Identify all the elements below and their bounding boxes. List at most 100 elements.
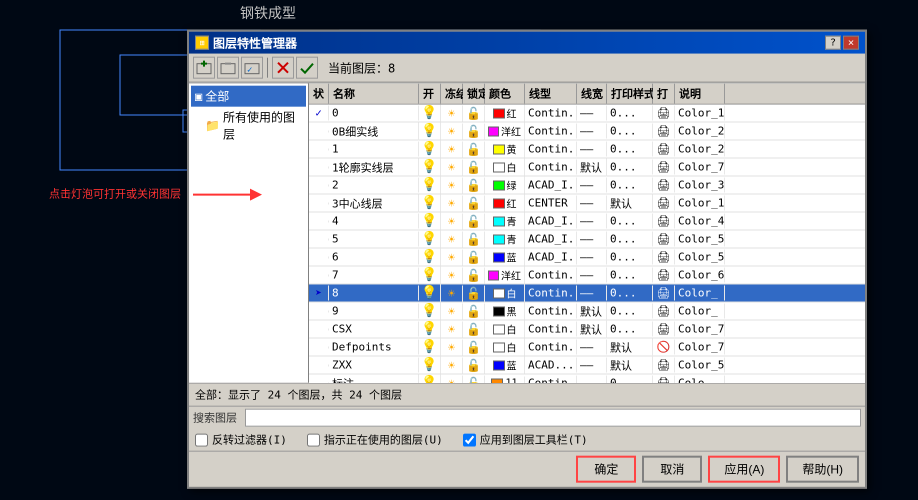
layer-cell-print[interactable]: 🖨	[653, 286, 675, 301]
layer-cell-lock[interactable]: 🔓	[463, 213, 485, 229]
bulb-icon[interactable]: 💡	[421, 358, 437, 373]
color-swatch[interactable]	[493, 234, 505, 244]
layer-cell-print[interactable]: 🖨	[653, 106, 675, 121]
layer-cell-lineweight[interactable]: ——	[577, 358, 607, 373]
layer-cell-lineweight[interactable]: ——	[577, 250, 607, 265]
header-name[interactable]: 名称	[329, 84, 419, 104]
color-swatch[interactable]	[493, 306, 505, 316]
layer-cell-on[interactable]: 💡	[419, 285, 441, 302]
layer-cell-freeze[interactable]: ☀	[441, 267, 463, 283]
layer-cell-lock[interactable]: 🔓	[463, 357, 485, 373]
freeze-icon[interactable]: ☀	[448, 340, 455, 354]
header-print-style[interactable]: 打印样式	[607, 84, 653, 104]
layer-cell-linetype[interactable]: Contin...	[525, 340, 577, 355]
freeze-icon[interactable]: ☀	[448, 178, 455, 192]
layer-cell-on[interactable]: 💡	[419, 159, 441, 176]
indicate-used-checkbox[interactable]	[307, 433, 320, 446]
layer-cell-linetype[interactable]: ACAD_I...	[525, 250, 577, 265]
freeze-icon[interactable]: ☀	[448, 358, 455, 372]
apply-toolbar-checkbox[interactable]	[463, 433, 476, 446]
tree-item-used[interactable]: 📁 所有使用的图层	[191, 107, 306, 145]
layer-cell-linetype[interactable]: Contin...	[525, 106, 577, 121]
lock-icon[interactable]: 🔓	[466, 250, 481, 264]
layer-cell-linetype[interactable]: Contin...	[525, 322, 577, 337]
layer-cell-print-style[interactable]: 0...	[607, 376, 653, 383]
bulb-icon[interactable]: 💡	[421, 178, 437, 193]
lock-icon[interactable]: 🔓	[466, 160, 481, 174]
layer-cell-lineweight[interactable]: ——	[577, 286, 607, 301]
layer-cell-on[interactable]: 💡	[419, 123, 441, 140]
layer-cell-color[interactable]: 白	[485, 285, 525, 302]
color-swatch[interactable]	[493, 108, 505, 118]
layer-row[interactable]: 标注💡☀🔓11Contin...——0...🖨Colo...	[309, 375, 865, 383]
layer-row[interactable]: 9💡☀🔓黑Contin...默认0...🖨Color_	[309, 303, 865, 321]
print-icon[interactable]: 🖨	[657, 161, 671, 174]
color-swatch[interactable]	[493, 360, 505, 370]
layer-cell-lineweight[interactable]: ——	[577, 268, 607, 283]
header-color[interactable]: 颜色	[485, 84, 525, 104]
layer-cell-freeze[interactable]: ☀	[441, 105, 463, 121]
layer-cell-name[interactable]: 8	[329, 286, 419, 301]
help-button[interactable]: 帮助(H)	[786, 456, 859, 483]
layer-cell-lock[interactable]: 🔓	[463, 267, 485, 283]
layer-cell-linetype[interactable]: ACAD_I...	[525, 214, 577, 229]
layer-cell-lineweight[interactable]: 默认	[577, 302, 607, 320]
layer-cell-freeze[interactable]: ☀	[441, 213, 463, 229]
print-icon[interactable]: 🖨	[657, 215, 671, 228]
print-icon[interactable]: 🖨	[657, 305, 671, 318]
freeze-icon[interactable]: ☀	[448, 268, 455, 282]
layer-row[interactable]: ➤8💡☀🔓白Contin...——0...🖨Color_	[309, 285, 865, 303]
layer-row[interactable]: Defpoints💡☀🔓白Contin...——默认🚫Color_7	[309, 339, 865, 357]
freeze-icon[interactable]: ☀	[448, 196, 455, 210]
layer-cell-print-style[interactable]: 0...	[607, 124, 653, 139]
layer-cell-lock[interactable]: 🔓	[463, 177, 485, 193]
layer-cell-freeze[interactable]: ☀	[441, 303, 463, 319]
color-swatch[interactable]	[493, 324, 505, 334]
layer-cell-freeze[interactable]: ☀	[441, 375, 463, 383]
freeze-icon[interactable]: ☀	[448, 142, 455, 156]
layer-row[interactable]: CSX💡☀🔓白Contin...默认0...🖨Color_7	[309, 321, 865, 339]
layer-row[interactable]: 7💡☀🔓洋红Contin...——0...🖨Color_6	[309, 267, 865, 285]
layer-cell-color[interactable]: 红	[485, 105, 525, 122]
layer-cell-freeze[interactable]: ☀	[441, 159, 463, 175]
layer-cell-linetype[interactable]: Contin...	[525, 304, 577, 319]
filter-input[interactable]	[245, 409, 861, 427]
bulb-icon[interactable]: 💡	[421, 232, 437, 247]
print-icon[interactable]: 🖨	[657, 125, 671, 138]
layer-cell-print-style[interactable]: 0...	[607, 142, 653, 157]
print-icon[interactable]: 🚫	[657, 341, 671, 354]
layer-cell-linetype[interactable]: Contin...	[525, 160, 577, 175]
freeze-icon[interactable]: ☀	[448, 376, 455, 383]
header-status[interactable]: 状	[309, 84, 329, 104]
lock-icon[interactable]: 🔓	[466, 232, 481, 246]
layer-row[interactable]: 4💡☀🔓青ACAD_I...——0...🖨Color_4	[309, 213, 865, 231]
layer-cell-print[interactable]: 🖨	[653, 124, 675, 139]
tree-panel[interactable]: ▣ 全部 📁 所有使用的图层	[189, 83, 309, 383]
layer-cell-on[interactable]: 💡	[419, 249, 441, 266]
layer-cell-lineweight[interactable]: 默认	[577, 158, 607, 176]
header-freeze[interactable]: 冻结	[441, 84, 463, 104]
layer-cell-name[interactable]: 0	[329, 106, 419, 121]
lock-icon[interactable]: 🔓	[466, 196, 481, 210]
layer-cell-name[interactable]: 6	[329, 250, 419, 265]
layer-cell-linetype[interactable]: Contin...	[525, 268, 577, 283]
layer-cell-color[interactable]: 白	[485, 321, 525, 338]
freeze-icon[interactable]: ☀	[448, 322, 455, 336]
layer-cell-linetype[interactable]: ACAD...	[525, 358, 577, 373]
layer-cell-print[interactable]: 🖨	[653, 160, 675, 175]
layer-cell-linetype[interactable]: Contin...	[525, 376, 577, 383]
layer-list[interactable]: ✓0💡☀🔓红Contin...——0...🖨Color_10B细实线💡☀🔓洋红C…	[309, 105, 865, 383]
layer-cell-lock[interactable]: 🔓	[463, 339, 485, 355]
layer-row[interactable]: ✓0💡☀🔓红Contin...——0...🖨Color_1	[309, 105, 865, 123]
layer-cell-print-style[interactable]: 默认	[607, 356, 653, 374]
lock-icon[interactable]: 🔓	[466, 142, 481, 156]
layer-cell-color[interactable]: 11	[485, 377, 525, 383]
layer-cell-name[interactable]: 3中心线层	[329, 194, 419, 212]
layer-cell-print[interactable]: 🖨	[653, 196, 675, 211]
help-title-btn[interactable]: ?	[825, 36, 841, 50]
layer-cell-name[interactable]: CSX	[329, 322, 419, 337]
header-lock[interactable]: 锁定	[463, 84, 485, 104]
invert-filter-checkbox[interactable]	[195, 433, 208, 446]
tree-item-all[interactable]: ▣ 全部	[191, 86, 306, 107]
header-on[interactable]: 开	[419, 84, 441, 104]
